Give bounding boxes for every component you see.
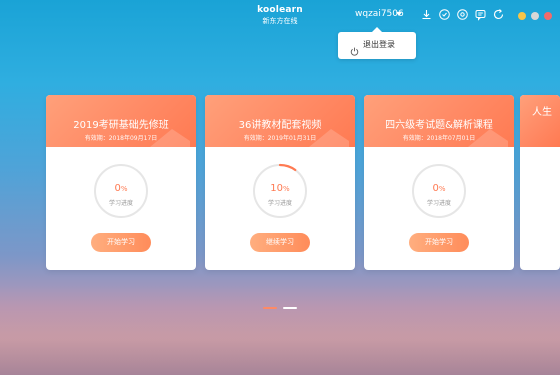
carousel-pagination [263,307,299,309]
logo-text-cn: 新东方在线 [262,17,298,25]
progress-percent: 0% [364,183,514,194]
logout-menu-item[interactable]: 退出登录 [338,32,416,59]
progress-unit: % [438,185,446,193]
course-title: 人生 [532,107,552,118]
logo-text-en: koolearn [257,5,303,15]
course-expire: 有效期：2018年07月01日 [402,135,476,142]
pagination-dot-active[interactable] [263,307,277,309]
progress-unit: % [120,185,128,193]
progress-label: 学习进度 [426,200,451,207]
chevron-down-icon[interactable] [396,12,402,16]
title-bar: koolearn 新东方在线 wqzai7506 [0,0,560,32]
continue-learning-button[interactable]: 继续学习 [250,233,310,252]
progress-label: 学习进度 [267,200,292,207]
sync-icon[interactable] [492,8,505,21]
course-card[interactable]: 四六级考试题&解析课程 有效期：2018年07月01日 0% 学习进度 开始学习 [364,95,514,270]
logout-label: 退出登录 [363,40,395,49]
card-header: 人生 [520,95,560,147]
course-expire: 有效期：2018年09月17日 [84,135,158,142]
settings-icon[interactable] [456,8,469,21]
chat-icon[interactable] [474,8,487,21]
course-card-partial[interactable]: 人生 [520,95,560,270]
close-button[interactable] [544,12,552,20]
card-header: 2019考研基础先修班 有效期：2018年09月17日 [46,95,196,147]
power-icon [350,41,359,56]
course-card[interactable]: 2019考研基础先修班 有效期：2018年09月17日 0% 学习进度 开始学习 [46,95,196,270]
download-icon[interactable] [420,8,433,21]
refresh-circle-icon[interactable] [438,8,451,21]
progress-unit: % [283,185,290,193]
card-header: 四六级考试题&解析课程 有效期：2018年07月01日 [364,95,514,147]
progress-percent: 10% [205,183,355,194]
progress-label: 学习进度 [108,200,133,207]
card-header: 36讲教材配套视频 有效期：2019年01月31日 [205,95,355,147]
start-learning-button[interactable]: 开始学习 [409,233,469,252]
progress-percent: 0% [46,183,196,194]
progress-value: 10 [270,183,284,194]
start-learning-button[interactable]: 开始学习 [91,233,151,252]
course-title: 四六级考试题&解析课程 [385,120,493,131]
minimize-button[interactable] [518,12,526,20]
pagination-dot[interactable] [283,307,297,309]
app-logo: koolearn 新东方在线 [255,4,305,30]
maximize-button[interactable] [531,12,539,20]
course-expire: 有效期：2019年01月31日 [243,135,317,142]
background-bottom-fade [0,285,560,375]
course-card[interactable]: 36讲教材配套视频 有效期：2019年01月31日 10% 学习进度 继续学习 [205,95,355,270]
course-title: 2019考研基础先修班 [73,120,169,131]
user-dropdown-menu: 退出登录 [338,27,416,59]
course-title: 36讲教材配套视频 [238,120,322,131]
